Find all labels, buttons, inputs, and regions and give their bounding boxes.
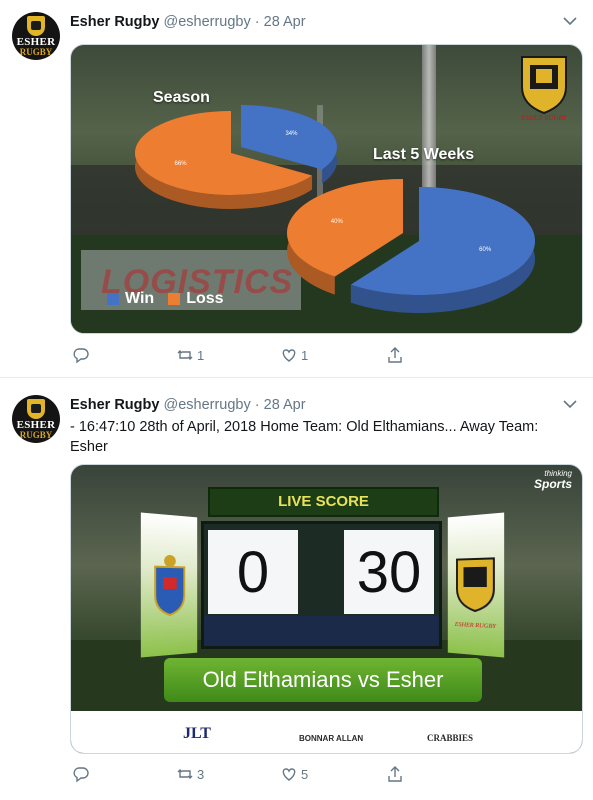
- like-button[interactable]: 5: [280, 765, 308, 783]
- author-name[interactable]: Esher Rugby: [70, 397, 159, 413]
- esher-rugby-logo: ESHER RUGBY: [520, 56, 568, 122]
- home-team-panel: [140, 512, 198, 658]
- chart-title-last-5-weeks: Last 5 Weeks: [373, 146, 475, 163]
- legend-label: Win: [125, 290, 155, 307]
- match-title: Old Elthamians vs Esher: [164, 658, 482, 702]
- thinking-sports-watermark: thinking Sports: [533, 469, 572, 491]
- tweet-date[interactable]: 28 Apr: [264, 397, 306, 413]
- retweet-icon: [177, 769, 193, 779]
- retweet-icon: [177, 350, 193, 360]
- home-score: 0: [208, 530, 298, 614]
- reply-button[interactable]: [72, 346, 93, 364]
- shield-icon: [27, 16, 45, 36]
- tweet-header: Esher Rugby @esherrugby · 28 Apr: [70, 13, 306, 31]
- tweet-text: - 16:47:10 28th of April, 2018 Home Team…: [70, 419, 539, 455]
- legend-item-loss: Loss: [168, 290, 224, 308]
- chart-title-season: Season: [153, 89, 210, 106]
- tweet[interactable]: ESHER RUGBY Esher Rugby @esherrugby · 28…: [0, 379, 593, 800]
- esher-rugby-logo: ESHER RUGBY: [448, 512, 504, 630]
- separator: ·: [254, 397, 260, 413]
- reply-icon: [73, 767, 89, 783]
- chevron-down-icon[interactable]: [561, 12, 579, 30]
- chevron-down-icon[interactable]: [561, 395, 579, 413]
- tweet-actions: 1 1: [70, 346, 470, 370]
- shield-icon: [27, 399, 45, 419]
- pie-data-label: 34%: [285, 131, 298, 137]
- avatar-sublabel: RUGBY: [19, 430, 53, 440]
- pie-data-label: 60%: [479, 247, 492, 253]
- retweet-count: 1: [197, 347, 205, 363]
- share-icon: [388, 347, 402, 363]
- heart-icon: [282, 349, 296, 362]
- logo-text: ESHER RUGBY: [520, 114, 568, 122]
- tweet-actions: 3 5: [70, 765, 470, 789]
- tweet-media-image[interactable]: thinking Sports ESHER RUGBY LIVE SCORE 0…: [70, 464, 583, 754]
- scoreboard-base: [204, 616, 439, 646]
- live-score-label: LIVE SCORE: [208, 487, 439, 517]
- retweet-button[interactable]: 3: [176, 765, 204, 783]
- avatar-sublabel: RUGBY: [19, 47, 53, 57]
- chart-legend: Win Loss: [107, 290, 238, 308]
- like-button[interactable]: 1: [280, 346, 308, 364]
- share-button[interactable]: [386, 765, 404, 783]
- retweet-button[interactable]: 1: [176, 346, 204, 364]
- avatar[interactable]: ESHER RUGBY: [12, 12, 60, 60]
- legend-swatch: [168, 293, 181, 305]
- tweet-media-image[interactable]: LOGISTICS 34% 66% 60% 40% Season Last 5 Wee…: [70, 44, 583, 334]
- sponsor-jlt: JLT: [183, 725, 211, 742]
- author-handle[interactable]: @esherrugby: [163, 397, 250, 413]
- retweet-count: 3: [197, 766, 205, 782]
- reply-icon: [73, 348, 89, 364]
- tweet-date[interactable]: 28 Apr: [264, 14, 306, 30]
- pie-data-label: 40%: [331, 219, 344, 225]
- away-team-panel: ESHER RUGBY: [447, 512, 505, 658]
- away-score: 30: [344, 530, 434, 614]
- like-count: 5: [301, 766, 309, 782]
- logo-text: ESHER RUGBY: [454, 621, 498, 630]
- author-handle[interactable]: @esherrugby: [163, 14, 250, 30]
- sponsor-bonnar-allan: BONNAR ALLAN: [299, 734, 364, 743]
- share-icon: [388, 766, 402, 782]
- tweet-header: Esher Rugby @esherrugby · 28 Apr: [70, 396, 306, 414]
- scoreboard: 0 30: [201, 521, 442, 649]
- legend-item-win: Win: [107, 290, 154, 308]
- legend-swatch: [107, 293, 119, 305]
- author-name[interactable]: Esher Rugby: [70, 14, 159, 30]
- avatar[interactable]: ESHER RUGBY: [12, 395, 60, 443]
- tweet[interactable]: ESHER RUGBY Esher Rugby @esherrugby · 28…: [0, 0, 593, 378]
- sponsor-crabbies: CRABBIES: [427, 733, 474, 743]
- pie-data-label: 66%: [175, 161, 188, 167]
- reply-button[interactable]: [72, 765, 93, 783]
- separator: ·: [254, 14, 260, 30]
- old-elthamians-crest-icon: [141, 554, 197, 657]
- share-button[interactable]: [386, 346, 404, 364]
- heart-icon: [282, 768, 296, 781]
- like-count: 1: [301, 347, 309, 363]
- legend-label: Loss: [186, 290, 224, 307]
- sponsor-bar: JLT BONNAR ALLAN CRABBIES: [71, 711, 582, 753]
